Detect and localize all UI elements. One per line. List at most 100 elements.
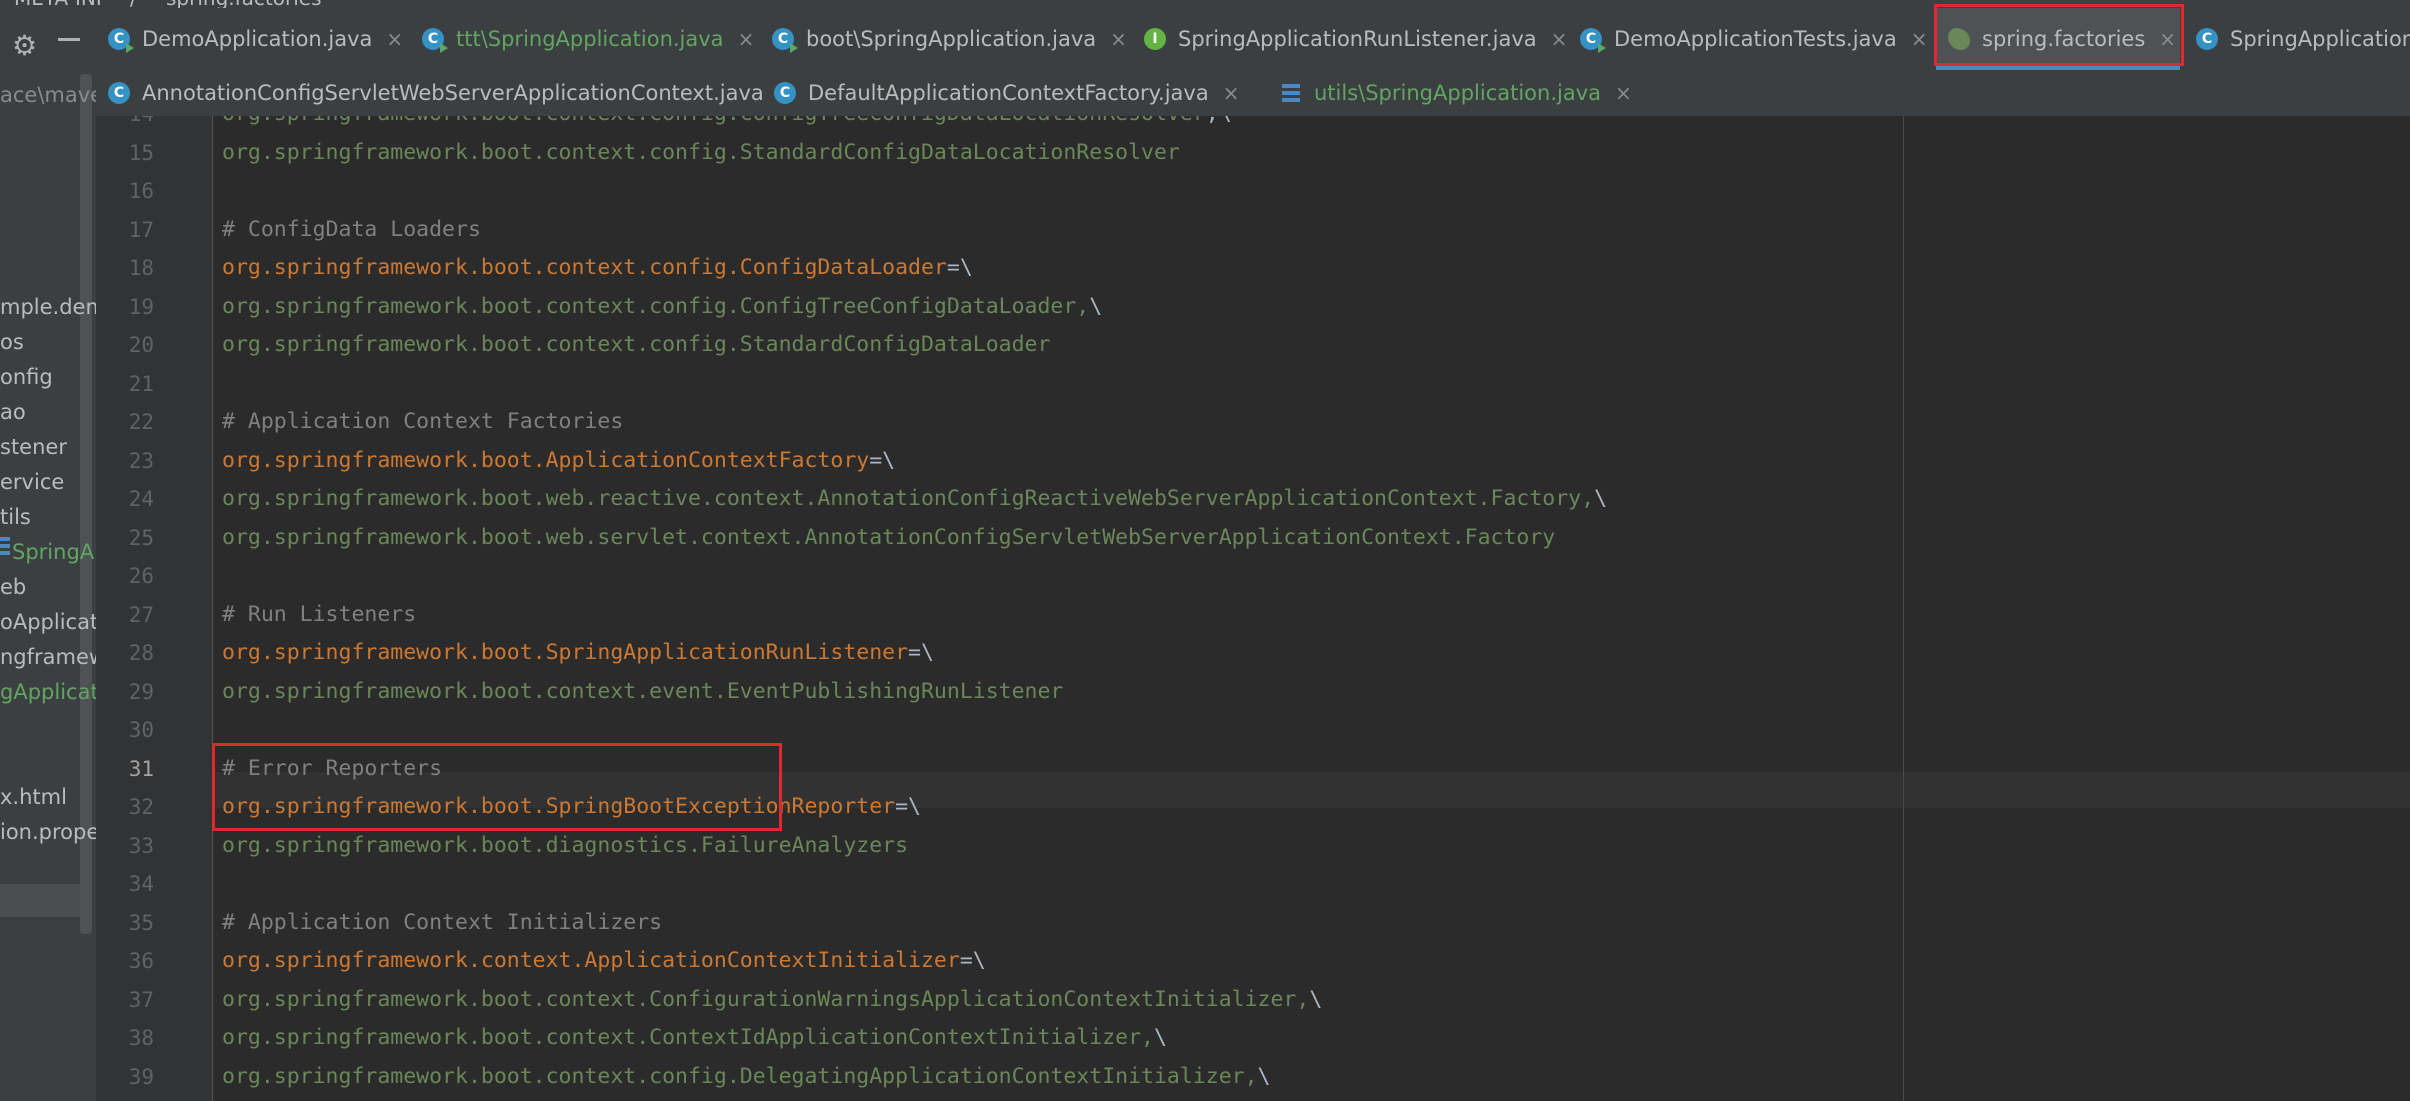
- comment-token: # Application Context Factories: [222, 409, 624, 434]
- comment-token: # ConfigData Loaders: [222, 217, 481, 242]
- project-tree-item[interactable]: oApplicati: [0, 607, 96, 637]
- line-number: 19: [128, 295, 154, 319]
- project-tree-item[interactable]: stener: [0, 432, 67, 462]
- code-line[interactable]: # ConfigData Loaders: [222, 211, 481, 249]
- tab-label: spring.factories: [1982, 27, 2146, 51]
- code-line[interactable]: # Run Listeners: [222, 596, 416, 634]
- close-icon[interactable]: ×: [386, 27, 403, 51]
- project-panel-scrollbar[interactable]: [80, 74, 92, 934]
- line-number: 23: [128, 449, 154, 473]
- punctuation-token: =\: [895, 794, 921, 819]
- code-line[interactable]: # Error Reporters: [222, 750, 442, 788]
- line-number: 37: [128, 988, 154, 1012]
- line-number: 25: [128, 526, 154, 550]
- code-line[interactable]: # Application Context Factories: [222, 403, 623, 441]
- code-line[interactable]: org.springframework.boot.diagnostics.Fai…: [222, 827, 908, 865]
- line-number-gutter: 14 15 16 17 18 19 20 21 22 23 24 25 26 27 28 29 30 31 32 33…: [96, 116, 213, 1101]
- close-icon[interactable]: ×: [1223, 81, 1240, 105]
- project-tree-item[interactable]: ace\maven: [0, 80, 96, 110]
- code-line[interactable]: org.springframework.boot.web.servlet.con…: [222, 519, 1555, 557]
- editor-tab[interactable]: C DemoApplicationTests.java ×: [1568, 8, 1934, 70]
- project-tree-item[interactable]: ervice: [0, 467, 64, 497]
- code-line[interactable]: org.springframework.boot.context.config.…: [222, 1058, 1270, 1096]
- code-line[interactable]: org.springframework.boot.web.reactive.co…: [222, 480, 1607, 518]
- property-value-token: org.springframework.boot.web.servlet.con…: [222, 525, 1556, 550]
- editor-tab[interactable]: C DemoApplication.java ×: [96, 8, 408, 70]
- line-number: 20: [128, 333, 154, 357]
- line-number: 30: [128, 718, 154, 742]
- editor-tab[interactable]: C DefaultApplicationContextFactory.java ×: [762, 70, 1266, 116]
- project-tree-item[interactable]: onfig: [0, 362, 53, 392]
- code-line[interactable]: org.springframework.boot.SpringBootExcep…: [222, 788, 921, 826]
- code-line[interactable]: org.springframework.boot.context.config.…: [222, 134, 1180, 172]
- editor-tab[interactable]: utils\SpringApplication.java ×: [1268, 70, 1728, 116]
- close-icon[interactable]: ×: [1911, 27, 1928, 51]
- project-tree-item[interactable]: ngframewo: [0, 642, 96, 672]
- minimize-icon[interactable]: [58, 38, 80, 41]
- line-number: 28: [128, 641, 154, 665]
- tab-label: SpringApplication: [2230, 27, 2410, 51]
- project-tree-item[interactable]: mple.dem: [0, 292, 96, 322]
- code-line[interactable]: org.springframework.boot.context.config.…: [222, 249, 973, 287]
- editor-tab[interactable]: I SpringApplicationRunListener.java ×: [1132, 8, 1568, 70]
- editor-tab[interactable]: C AnnotationConfigServletWebServerApplica…: [96, 70, 795, 116]
- close-icon[interactable]: ×: [2159, 27, 2176, 51]
- close-icon[interactable]: ×: [1615, 81, 1632, 105]
- code-line[interactable]: org.springframework.boot.ApplicationCont…: [222, 442, 895, 480]
- project-tree-item[interactable]: SpringAp: [12, 537, 96, 567]
- property-key-token: org.springframework.boot.ApplicationCont…: [222, 448, 870, 473]
- editor-tab[interactable]: C SpringApplication: [2184, 8, 2410, 70]
- class-icon: C: [774, 82, 796, 104]
- property-key-token: org.springframework.boot.context.config.…: [222, 255, 947, 280]
- code-line[interactable]: # Application Context Initializers: [222, 904, 662, 942]
- comment-token: # Application Context Initializers: [222, 910, 663, 935]
- java-file-icon: [1280, 82, 1302, 104]
- project-tree-item[interactable]: ao: [0, 397, 26, 427]
- gear-icon[interactable]: ⚙: [12, 32, 37, 60]
- code-line[interactable]: org.springframework.boot.context.config.…: [222, 116, 1232, 133]
- code-line[interactable]: org.springframework.boot.SpringApplicati…: [222, 634, 934, 672]
- class-run-icon: C: [1580, 28, 1606, 53]
- editor-tab[interactable]: Cboot\SpringApplication.java ×: [760, 8, 1130, 70]
- tab-label: AnnotationConfigServletWebServerApplicat…: [142, 81, 764, 105]
- comment-token: # Error Reporters: [222, 756, 443, 781]
- code-editor[interactable]: 14 15 16 17 18 19 20 21 22 23 24 25 26 27 28 29 30 31 32 33…: [96, 116, 2410, 1101]
- code-line[interactable]: org.springframework.boot.context.event.E…: [222, 673, 1063, 711]
- line-number: 18: [128, 256, 154, 280]
- code-line[interactable]: org.springframework.context.ApplicationC…: [222, 942, 986, 980]
- project-tree-item[interactable]: os: [0, 327, 24, 357]
- java-file-icon: [0, 535, 10, 557]
- class-icon: C: [108, 82, 130, 104]
- punctuation-token: \: [1153, 1025, 1167, 1050]
- close-icon[interactable]: ×: [1551, 27, 1568, 51]
- close-icon[interactable]: ×: [1110, 27, 1127, 51]
- project-tree-item[interactable]: tils: [0, 502, 31, 532]
- project-panel: ⚙ ace\maven mple.dem os onfig ao stener ervice…: [0, 8, 96, 1101]
- close-icon[interactable]: ×: [738, 27, 755, 51]
- breadcrumb-folder[interactable]: META-INF: [14, 0, 107, 8]
- project-tree-item[interactable]: eb: [0, 572, 26, 602]
- code-line[interactable]: org.springframework.boot.context.Configu…: [222, 981, 1322, 1019]
- property-key-token: org.springframework.context.ApplicationC…: [222, 948, 960, 973]
- property-value-token: org.springframework.boot.context.config.…: [222, 332, 1051, 357]
- line-number: 33: [128, 834, 154, 858]
- editor-tab[interactable]: Cttt\SpringApplication.java ×: [410, 8, 758, 70]
- code-line[interactable]: org.springframework.boot.context.config.…: [222, 326, 1050, 364]
- interface-icon: I: [1144, 28, 1166, 50]
- property-value-token: org.springframework.boot.context.config.…: [222, 116, 1206, 126]
- line-number: 15: [128, 141, 154, 165]
- code-line[interactable]: org.springframework.boot.context.Context…: [222, 1019, 1167, 1057]
- breadcrumb-separator: /: [130, 0, 137, 8]
- code-line[interactable]: org.springframework.boot.context.config.…: [222, 288, 1102, 326]
- property-key-token: org.springframework.boot.SpringApplicati…: [222, 640, 909, 665]
- project-panel-toolbar: ⚙: [0, 16, 96, 74]
- project-tree-item[interactable]: ion.prope: [0, 817, 96, 847]
- tree-selection-highlight: [0, 884, 82, 917]
- project-tree-item[interactable]: x.html: [0, 782, 67, 812]
- project-tree-item[interactable]: gApplicat: [0, 677, 96, 707]
- line-number: 32: [128, 795, 154, 819]
- line-number: 24: [128, 487, 154, 511]
- breadcrumb-file[interactable]: spring.factories: [166, 0, 322, 8]
- editor-tab[interactable]: spring.factories ×: [1936, 8, 2180, 70]
- tab-label: DemoApplication.java: [142, 27, 373, 51]
